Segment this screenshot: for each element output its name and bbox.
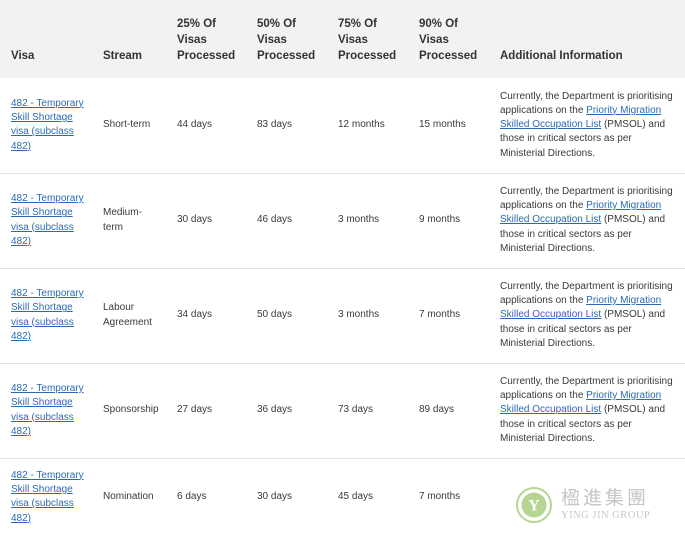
- stream-cell: Short-term: [92, 78, 166, 174]
- p25-cell: 30 days: [166, 173, 246, 269]
- header-75-percent: 75% Of Visas Processed: [338, 18, 397, 62]
- header-stream: Stream: [103, 50, 142, 62]
- visa-cell: 482 - Temporary Skill Shortage visa (sub…: [0, 173, 92, 269]
- table-header-row: Visa Stream 25% Of Visas Processed 50% O…: [0, 0, 685, 78]
- header-visa: Visa: [11, 50, 35, 62]
- p90-cell: 7 months: [408, 268, 489, 364]
- logo-glyph: Y: [528, 498, 540, 515]
- p50-cell: 50 days: [246, 268, 327, 364]
- table-row: 482 - Temporary Skill Shortage visa (sub…: [0, 268, 685, 364]
- header-90-percent: 90% Of Visas Processed: [419, 18, 478, 62]
- processing-times-table: Visa Stream 25% Of Visas Processed 50% O…: [0, 0, 685, 536]
- visa-cell: 482 - Temporary Skill Shortage visa (sub…: [0, 268, 92, 364]
- watermark-english-name: YING JIN GROUP: [561, 510, 651, 521]
- p75-cell: 12 months: [327, 78, 408, 174]
- p90-cell: 7 months: [419, 491, 461, 503]
- p50-cell: 46 days: [246, 173, 327, 269]
- p75-cell: 45 days: [338, 491, 374, 503]
- p50-cell: 36 days: [246, 363, 327, 459]
- p25-cell: 6 days: [177, 491, 207, 503]
- p25-cell: 27 days: [166, 363, 246, 459]
- visa-link[interactable]: 482 - Temporary Skill Shortage visa (sub…: [11, 288, 84, 342]
- p75-cell: 3 months: [327, 268, 408, 364]
- stream-cell: Labour Agreement: [92, 268, 166, 364]
- info-cell: Currently, the Department is prioritisin…: [489, 268, 685, 364]
- p50-cell: 30 days: [257, 491, 293, 503]
- ying-jin-logo-icon: Y: [515, 486, 553, 524]
- header-additional-info: Additional Information: [500, 50, 623, 62]
- visa-link[interactable]: 482 - Temporary Skill Shortage visa (sub…: [11, 383, 84, 437]
- visa-cell: 482 - Temporary Skill Shortage visa (sub…: [0, 458, 92, 536]
- visa-link[interactable]: 482 - Temporary Skill Shortage visa (sub…: [11, 98, 84, 152]
- visa-cell: 482 - Temporary Skill Shortage visa (sub…: [0, 363, 92, 459]
- p75-cell: 73 days: [327, 363, 408, 459]
- visa-link[interactable]: 482 - Temporary Skill Shortage visa (sub…: [11, 470, 84, 524]
- table-row: 482 - Temporary Skill Shortage visa (sub…: [0, 363, 685, 459]
- table-row: 482 - Temporary Skill Shortage visa (sub…: [0, 173, 685, 269]
- stream-cell: Medium-term: [92, 173, 166, 269]
- info-cell: Currently, the Department is prioritisin…: [489, 173, 685, 269]
- ying-jin-group-watermark: Y 楹進集團 YING JIN GROUP: [515, 483, 675, 527]
- p90-cell: 15 months: [408, 78, 489, 174]
- p50-cell: 83 days: [246, 78, 327, 174]
- p75-cell: 3 months: [327, 173, 408, 269]
- stream-cell: Nomination: [103, 491, 154, 503]
- visa-link[interactable]: 482 - Temporary Skill Shortage visa (sub…: [11, 193, 84, 247]
- header-50-percent: 50% Of Visas Processed: [257, 18, 316, 62]
- p90-cell: 9 months: [408, 173, 489, 269]
- visa-cell: 482 - Temporary Skill Shortage visa (sub…: [0, 78, 92, 174]
- p25-cell: 34 days: [166, 268, 246, 364]
- info-cell: Currently, the Department is prioritisin…: [489, 363, 685, 459]
- p90-cell: 89 days: [408, 363, 489, 459]
- header-25-percent: 25% Of Visas Processed: [177, 18, 236, 62]
- watermark-chinese-name: 楹進集團: [561, 487, 650, 509]
- table-row: 482 - Temporary Skill Shortage visa (sub…: [0, 78, 685, 174]
- p25-cell: 44 days: [166, 78, 246, 174]
- info-cell: Currently, the Department is prioritisin…: [489, 78, 685, 174]
- stream-cell: Sponsorship: [92, 363, 166, 459]
